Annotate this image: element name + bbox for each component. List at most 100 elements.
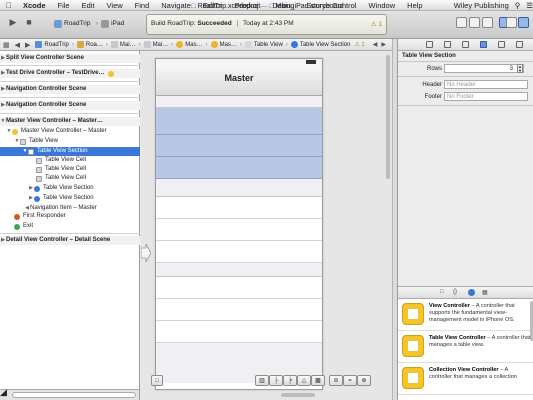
utilities-toggle-icon[interactable] <box>518 17 529 28</box>
assistant-editor-icon[interactable] <box>469 17 480 28</box>
jumpbar-warning[interactable]: ⚠ 1 <box>354 41 364 48</box>
breadcrumb-master-scene[interactable]: Mas… › <box>176 41 208 48</box>
outline-row[interactable]: ▼ Master View Controller – Master <box>0 127 140 136</box>
outline-row[interactable]: ▼ Master View Controller – Master… <box>0 117 140 126</box>
jumpbar-back-icon[interactable]: ◀ <box>373 41 378 48</box>
file-template-icon[interactable]: □ <box>440 289 444 295</box>
table-view-cell[interactable] <box>156 219 322 241</box>
menu-view[interactable]: View <box>107 1 123 10</box>
master-view-controller-frame[interactable]: Master <box>155 58 323 390</box>
table-view-cell[interactable] <box>156 135 322 157</box>
object-library-icon[interactable] <box>468 289 475 296</box>
identity-inspector-icon[interactable] <box>462 41 469 48</box>
controller-icon <box>210 41 218 48</box>
table-view-cell[interactable] <box>156 113 322 135</box>
run-icon[interactable]: ▶ <box>8 17 18 27</box>
breadcrumb-storyboard-base[interactable]: Mai… › <box>143 41 173 48</box>
user-name[interactable]: Wiley Publishing <box>454 1 509 10</box>
table-view-cell[interactable] <box>156 197 322 219</box>
connections-inspector-icon[interactable] <box>516 41 523 48</box>
zoom-out-icon[interactable]: ⊖ <box>329 375 343 386</box>
horizontal-scrollbar[interactable] <box>281 393 315 397</box>
related-items-icon[interactable]: ▦ <box>3 41 10 49</box>
version-editor-icon[interactable] <box>482 17 493 28</box>
media-library-icon[interactable]: ▦ <box>482 289 488 296</box>
warning-badge[interactable]: ⚠ 1 <box>371 20 382 28</box>
scheme-label: RoadTrip <box>64 20 91 27</box>
forward-arrow-icon[interactable]: ▶ <box>25 41 30 49</box>
vertical-scrollbar[interactable] <box>386 55 390 179</box>
outline-row[interactable]: ▶ Test Drive Controller – TestDrive… <box>0 69 140 78</box>
debug-toggle-icon[interactable] <box>506 17 517 28</box>
stop-icon[interactable]: ■ <box>24 17 34 27</box>
jumpbar-forward-icon[interactable]: ▶ <box>381 41 386 48</box>
outline-row[interactable]: ▶ Table View Section <box>0 194 140 203</box>
menu-file[interactable]: File <box>58 1 70 10</box>
outline-row[interactable]: ▼ Table View <box>0 137 140 146</box>
table-view-section[interactable] <box>156 197 322 263</box>
align-icon[interactable]: ├ <box>269 375 283 386</box>
rows-stepper[interactable]: ▲ ▼ <box>517 64 523 73</box>
outline-row-selected[interactable]: ▼ Table View Section <box>0 147 140 156</box>
breadcrumb-storyboard[interactable]: Mai… › <box>110 41 141 48</box>
list-icon[interactable]: ☰ <box>526 1 533 10</box>
outline-row[interactable]: ▶ Navigation Controller Scene <box>0 101 140 110</box>
outline-row[interactable]: Exit <box>0 222 140 231</box>
object-library: □ {} ▦ View Controller – A controller th… <box>398 286 533 400</box>
attributes-inspector-icon[interactable] <box>480 41 487 48</box>
standard-editor-icon[interactable] <box>456 17 467 28</box>
spotlight-icon[interactable]: ⚲ <box>515 1 521 10</box>
breadcrumb-master-controller[interactable]: Mas… › <box>210 41 242 48</box>
library-item-view-controller[interactable]: View Controller – A controller that supp… <box>398 299 533 341</box>
apple-icon[interactable]:  <box>6 1 15 10</box>
outline-row[interactable]: ▶ Table View Section <box>0 184 140 193</box>
breadcrumb-table-view[interactable]: Table View › <box>244 41 288 48</box>
size-inspector-icon[interactable] <box>498 41 505 48</box>
table-view-section[interactable] <box>156 277 322 343</box>
breadcrumb-project[interactable]: RoadTrip › <box>35 41 74 48</box>
table-view-cell[interactable] <box>156 157 322 179</box>
pin-icon[interactable]: ╞ <box>283 375 297 386</box>
outline-filter-field[interactable] <box>12 392 136 398</box>
table-view-cell[interactable] <box>156 277 322 299</box>
outline-row[interactable]: First Responder <box>0 212 140 221</box>
form-factor-icon[interactable]: ▥ <box>255 375 269 386</box>
library-item-collection-view-controller[interactable]: Collection View Controller – A controlle… <box>398 363 533 395</box>
breadcrumb-group[interactable]: Roa… › <box>76 41 108 48</box>
device-selector[interactable]: › iPad <box>96 18 124 30</box>
footer-field[interactable]: No Footer <box>444 92 528 101</box>
table-view-cell[interactable] <box>156 299 322 321</box>
table-view-cell[interactable] <box>156 241 322 263</box>
library-item-table-view-controller[interactable]: Table View Controller – A controller tha… <box>398 331 533 363</box>
table-cell-icon <box>36 157 42 164</box>
outline-row[interactable]: Table View Cell <box>0 156 140 165</box>
table-view-cell[interactable] <box>156 321 322 343</box>
code-snippet-icon[interactable]: {} <box>453 289 457 295</box>
quick-help-icon[interactable] <box>444 41 451 48</box>
navigation-bar[interactable]: Master <box>156 65 322 96</box>
zoom-in-icon[interactable]: ⊕ <box>357 375 371 386</box>
outline-row[interactable]: ▶ Navigation Controller Scene <box>0 85 140 94</box>
breadcrumb-table-view-section[interactable]: Table View Section <box>290 41 350 48</box>
back-arrow-icon[interactable]: ◀ <box>15 41 20 49</box>
zoom-actual-icon[interactable]: = <box>343 375 357 386</box>
resolve-icon[interactable]: △ <box>297 375 311 386</box>
splitter[interactable] <box>392 39 397 400</box>
resizing-icon[interactable]: ▩ <box>311 375 325 386</box>
menu-xcode[interactable]: Xcode <box>23 1 46 10</box>
rows-field[interactable]: 3 <box>444 64 524 73</box>
table-view-section-selected[interactable] <box>156 108 322 179</box>
outline-row[interactable]: ▶ Detail View Controller – Detail Scene <box>0 236 140 245</box>
outline-toggle-icon[interactable]: □ <box>151 375 163 386</box>
menu-help[interactable]: Help <box>407 1 422 10</box>
outline-row[interactable]: Table View Cell <box>0 165 140 174</box>
build-status: Build RoadTrip: Succeeded | Today at 2:4… <box>151 20 294 27</box>
storyboard-canvas[interactable]: Master □ ▥ ├ ╞ △ ▩ ⊖ = ⊕ <box>140 51 392 400</box>
outline-row[interactable]: ▶ Split View Controller Scene <box>0 54 140 63</box>
header-field[interactable]: No Header <box>444 80 528 89</box>
file-inspector-icon[interactable] <box>426 41 433 48</box>
scheme-selector[interactable]: RoadTrip <box>54 18 91 30</box>
outline-row[interactable]: Table View Cell <box>0 174 140 183</box>
first-responder-icon <box>14 213 20 220</box>
menu-edit[interactable]: Edit <box>82 1 95 10</box>
